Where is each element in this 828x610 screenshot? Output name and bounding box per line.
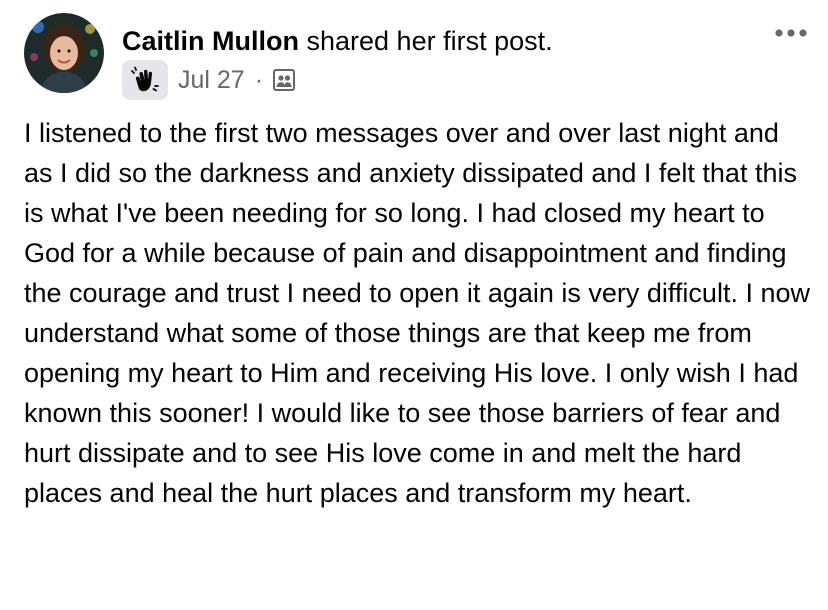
hand-wave-icon[interactable]: [122, 60, 168, 100]
avatar-photo: [24, 13, 104, 93]
group-members-icon: [273, 69, 296, 91]
meta-separator: ·: [254, 65, 264, 94]
more-options-icon[interactable]: [772, 14, 810, 52]
post-header-line: Caitlin Mullon shared her first post.: [122, 24, 553, 58]
author-avatar[interactable]: [24, 13, 104, 93]
post-date-link[interactable]: Jul 27: [178, 66, 245, 95]
post-meta: Jul 27 ·: [122, 60, 296, 100]
feed-post: Caitlin Mullon shared her first post. Ju…: [0, 0, 828, 610]
post-body-text: I listened to the first two messages ove…: [24, 118, 810, 508]
post-action-text: shared her first post.: [306, 26, 553, 56]
author-name-link[interactable]: Caitlin Mullon: [122, 26, 299, 56]
